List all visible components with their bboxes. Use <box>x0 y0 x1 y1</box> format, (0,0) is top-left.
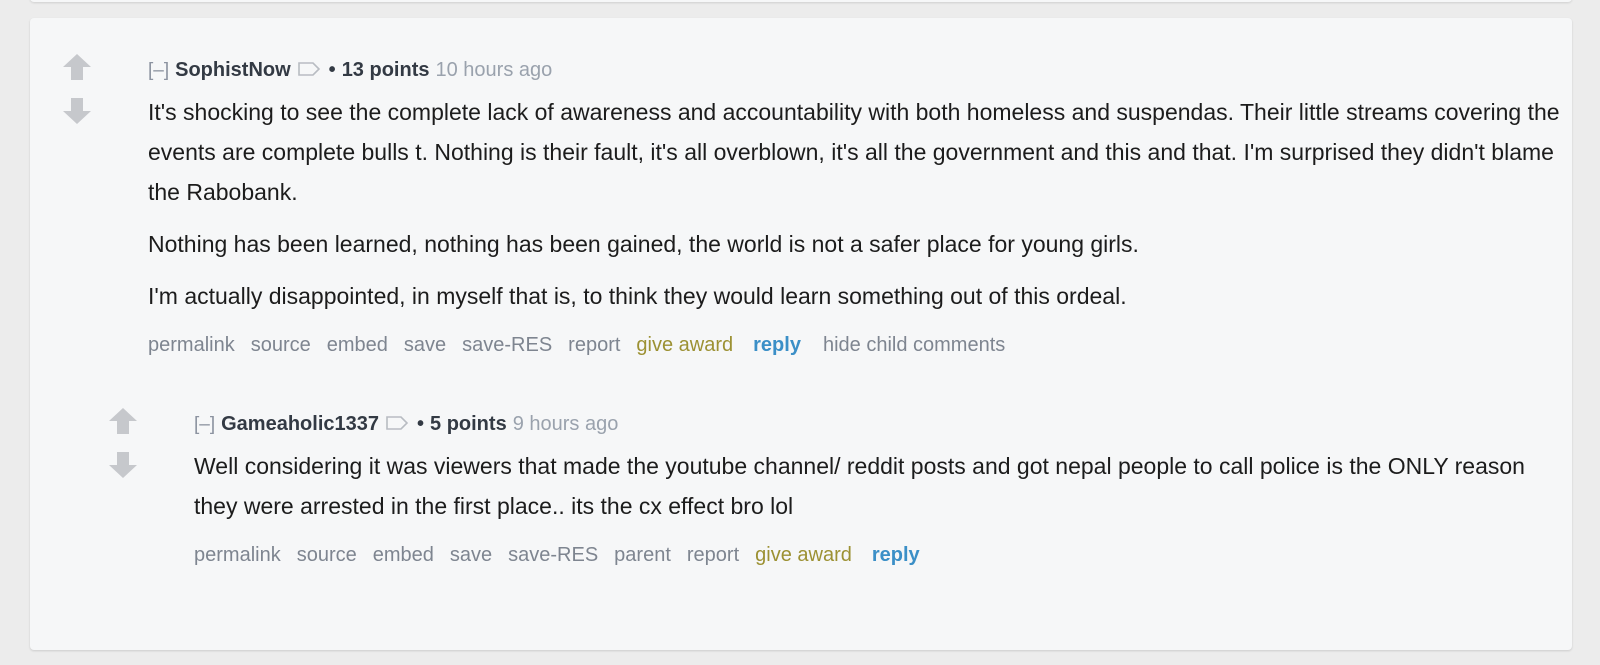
comment-score: 13 points <box>341 59 430 81</box>
arrow-up-icon[interactable] <box>62 52 92 82</box>
save-res-button[interactable]: save-RES <box>462 334 552 356</box>
comment-actions: permalink source embed save save-RES parent re… <box>194 538 1546 572</box>
comment-text: It's shocking to see the complete lack o… <box>148 92 1560 316</box>
bullet-separator: • <box>328 59 336 81</box>
comment-text: Well considering it was viewers that mad… <box>194 446 1546 526</box>
comment-timestamp[interactable]: 10 hours ago <box>435 59 552 81</box>
save-button[interactable]: save <box>404 334 446 356</box>
arrow-down-icon[interactable] <box>62 96 92 126</box>
previous-card-edge <box>30 0 1572 2</box>
comment-score: 5 points <box>430 413 507 435</box>
comment-thread-card: [–] SophistNow • 13 points 10 hours ago It'… <box>30 18 1572 650</box>
tag-icon[interactable] <box>385 415 409 431</box>
comment-body: [–] SophistNow • 13 points 10 hours ago It'… <box>148 52 1560 362</box>
tag-icon[interactable] <box>297 61 321 77</box>
permalink-button[interactable]: permalink <box>148 334 235 356</box>
source-button[interactable]: source <box>251 334 311 356</box>
collapse-toggle[interactable]: [–] <box>194 414 215 435</box>
collapse-toggle[interactable]: [–] <box>148 60 169 81</box>
reply-button[interactable]: reply <box>872 544 920 566</box>
comment-paragraph: Nothing has been learned, nothing has be… <box>148 231 1139 257</box>
comment-timestamp[interactable]: 9 hours ago <box>513 413 619 435</box>
reply-button[interactable]: reply <box>753 334 801 356</box>
comment-body: [–] Gameaholic1337 • 5 points 9 hours ago W… <box>194 406 1546 572</box>
give-award-button[interactable]: give award <box>636 334 733 356</box>
embed-button[interactable]: embed <box>327 334 388 356</box>
comment-paragraph: I'm actually disappointed, in myself tha… <box>148 283 1127 309</box>
report-button[interactable]: report <box>687 544 739 566</box>
comment-paragraph: Well considering it was viewers that mad… <box>194 453 1525 519</box>
bullet-separator: • <box>417 413 425 435</box>
permalink-button[interactable]: permalink <box>194 544 281 566</box>
comment-actions: permalink source embed save save-RES report gi… <box>148 328 1560 362</box>
report-button[interactable]: report <box>568 334 620 356</box>
comment-author[interactable]: SophistNow <box>175 59 291 81</box>
save-res-button[interactable]: save-RES <box>508 544 598 566</box>
comment-tagline: [–] Gameaholic1337 • 5 points 9 hours ago <box>194 406 1546 442</box>
embed-button[interactable]: embed <box>373 544 434 566</box>
comment-paragraph: It's shocking to see the complete lack o… <box>148 99 1560 205</box>
comment-author[interactable]: Gameaholic1337 <box>221 413 379 435</box>
give-award-button[interactable]: give award <box>755 544 852 566</box>
save-button[interactable]: save <box>450 544 492 566</box>
comment-tagline: [–] SophistNow • 13 points 10 hours ago <box>148 52 1560 88</box>
arrow-up-icon[interactable] <box>108 406 138 436</box>
hide-child-comments-button[interactable]: hide child comments <box>823 334 1005 356</box>
parent-button[interactable]: parent <box>614 544 671 566</box>
arrow-down-icon[interactable] <box>108 450 138 480</box>
source-button[interactable]: source <box>297 544 357 566</box>
